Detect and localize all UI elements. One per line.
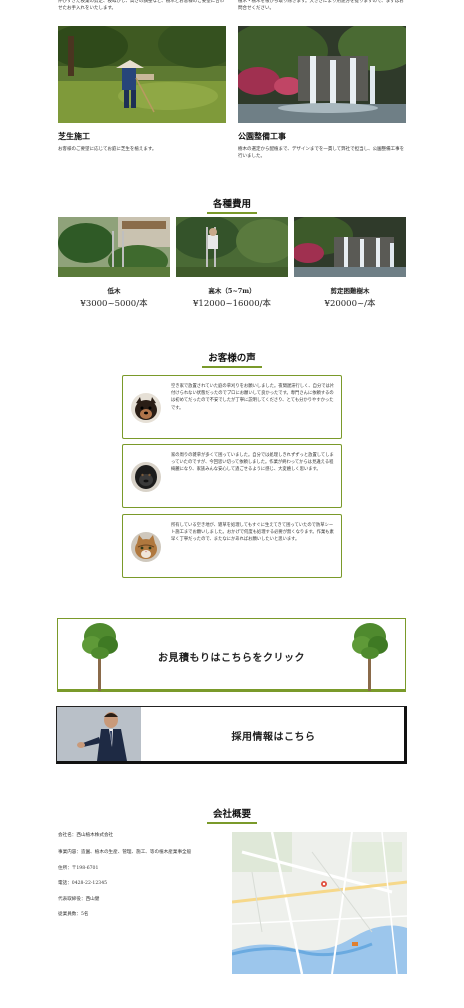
- cost-photo-shrub: [58, 217, 170, 277]
- dog-avatar: [131, 393, 161, 423]
- voice-card-3: 所有している空き地が、雑草を処理してもすぐに生えてきて困っていたので防草シート施…: [122, 514, 342, 578]
- cost-price-difficult-tree: ¥20000~/本: [324, 299, 376, 309]
- voice-text-1: 空き家で放置されていた庭の草刈りをお願いしました。夜間遅滞行しく、自分では片付け…: [171, 384, 335, 411]
- cost-label-shrub: 低木: [107, 287, 121, 295]
- company-business-row: 事業内容：造園、植木の生産、管理、施工、等の植木産業事全般: [58, 850, 192, 855]
- voices-heading: お客様の声: [0, 350, 464, 368]
- recruit-cta-button[interactable]: 採用情報はこちら: [56, 706, 407, 764]
- service-desc-park: 樹木の選定から配植まで、デザインまでを一貫して弊社で担当し、公園整備工事を行いま…: [238, 147, 405, 159]
- cost-photo-tall-tree: [176, 217, 288, 277]
- service-intro-left: 伸びすぎた枝葉の剪定、枝ぬかし、高さの調整など、樹木とお客様のご要望に合わせたお…: [58, 0, 225, 11]
- service-intro-right: 植木・樹木を根から取り除きます。大きさにより用途方を提りますので、まずはお問合せ…: [238, 0, 404, 11]
- company-phone-row: 電話：0428-22-12345: [58, 881, 108, 886]
- cost-photo-difficult-tree: [294, 217, 406, 277]
- company-ceo-row: 代表取締役：西山健: [58, 897, 100, 902]
- voice-card-2: 家の周りの雑草が多くて困っていました。自分では処理しきれずずっと放置してしまって…: [122, 444, 342, 508]
- company-name-row: 会社名：西山植木株式会社: [58, 833, 114, 838]
- cost-price-tall-tree: ¥12000~16000/本: [193, 299, 271, 309]
- estimate-cta-button[interactable]: お見積もりはこちらをクリック: [57, 618, 406, 692]
- recruit-cta-label: 採用情報はこちら: [231, 732, 316, 743]
- voice-text-3: 所有している空き地が、雑草を処理してもすぐに生えてきて困っていたので防草シート施…: [171, 523, 334, 543]
- gorilla-avatar: [131, 462, 161, 492]
- voices-heading-text: お客様の声: [202, 350, 262, 368]
- company-heading-text: 会社概要: [206, 806, 257, 824]
- voice-text-2: 家の周りの雑草が多くて困っていました。自分では処理しきれずずっと放置してしまって…: [171, 453, 334, 473]
- location-map[interactable]: [232, 832, 407, 974]
- park-waterfall-photo: [238, 26, 406, 123]
- company-address-row: 住所：〒198-6701: [58, 866, 99, 871]
- cat-avatar: [131, 532, 161, 562]
- service-title-park: 公園整備工事: [238, 131, 286, 141]
- businessman-photo: [57, 707, 141, 761]
- company-heading: 会社概要: [0, 806, 464, 824]
- cost-label-tall-tree: 高木（5~7m）: [208, 287, 256, 295]
- service-title-lawn: 芝生施工: [58, 131, 90, 141]
- service-desc-lawn: お客様のご要望に応じてお庭に芝生を植えます。: [58, 147, 157, 152]
- company-employees-row: 従業員数：5名: [58, 912, 89, 917]
- cost-price-shrub: ¥3000~5000/本: [80, 299, 148, 309]
- voice-card-1: 空き家で放置されていた庭の草刈りをお願いしました。夜間遅滞行しく、自分では片付け…: [122, 375, 342, 439]
- lawn-work-photo: [58, 26, 226, 123]
- costs-heading-text: 各種費用: [206, 196, 257, 214]
- costs-heading: 各種費用: [0, 196, 464, 214]
- cost-label-difficult-tree: 剪定困難樹木: [330, 287, 370, 295]
- tree-icon-right: [352, 623, 388, 691]
